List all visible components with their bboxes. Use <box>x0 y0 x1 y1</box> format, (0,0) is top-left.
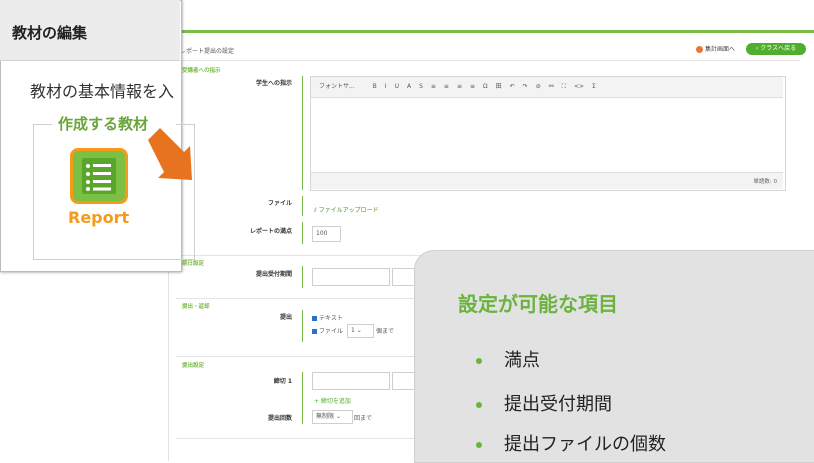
callout-item: 提出受付期間 <box>476 390 612 416</box>
deadline1-label: 締切 1 <box>273 378 292 385</box>
student-instructions-label: 学生への指示 <box>255 80 292 87</box>
submit-count-select[interactable]: 無制限 ⌄ <box>312 410 353 424</box>
back-to-class-button[interactable]: ‹ クラスへ戻る <box>746 43 806 55</box>
panel-title: 教材の編集 <box>12 24 88 42</box>
chevron-down-icon: ⌄ <box>335 413 341 420</box>
section-instructions: 受講者への指示 <box>182 68 221 74</box>
toolbar-button[interactable]: ≡ <box>457 83 462 90</box>
file-label: ファイル <box>267 200 292 207</box>
report-label[interactable]: Report <box>68 208 129 227</box>
divider <box>176 438 426 439</box>
chevron-down-icon: ⌄ <box>356 327 362 334</box>
divider <box>180 60 800 61</box>
bullet-icon <box>476 402 482 408</box>
callout-item-text: 提出受付期間 <box>504 394 612 415</box>
file-option[interactable]: ファイル <box>312 326 343 335</box>
submit-count-label: 提出回数 <box>267 415 292 422</box>
field-bar <box>302 310 303 342</box>
panel-description: 教材の基本情報を入 <box>30 82 175 101</box>
section-submission: 提出・返却 <box>182 304 210 310</box>
arrow-icon <box>148 128 192 180</box>
checkbox-checked-icon <box>312 316 317 321</box>
toolbar-button[interactable]: <> <box>574 83 584 90</box>
deadline1-input[interactable] <box>312 372 390 390</box>
toolbar-button[interactable]: Ω <box>483 83 488 90</box>
callout-title: 設定が可能な項目 <box>458 292 618 316</box>
toolbar-button[interactable]: A <box>407 83 411 90</box>
full-score-label: レポートの満点 <box>249 228 292 235</box>
period-label: 提出受付期間 <box>255 271 292 278</box>
editor-footer: 単語数: 0 <box>311 172 783 189</box>
full-score-input[interactable]: 100 <box>312 226 341 242</box>
toolbar-button[interactable]: B <box>373 83 377 90</box>
callout-item-text: 満点 <box>504 350 540 371</box>
file-upload-link[interactable]: ⫽ ファイルアップロード <box>314 205 379 215</box>
font-size-select[interactable]: フォントサ... <box>319 83 355 90</box>
field-bar <box>302 372 303 424</box>
toolbar-button[interactable]: Σ <box>592 83 596 90</box>
toolbar-button[interactable]: ↶ <box>510 83 515 90</box>
divider <box>176 356 426 357</box>
toolbar-button[interactable]: ⛶ <box>562 83 566 90</box>
file-count-suffix: 個まで <box>376 328 395 335</box>
file-count-value: 1 <box>351 327 355 334</box>
toolbar-button[interactable]: S <box>419 83 423 90</box>
field-bar <box>302 196 303 216</box>
toolbar-button[interactable]: ⚯ <box>549 83 554 90</box>
period-end-input[interactable] <box>392 268 416 286</box>
summary-button-label: 集計画面へ <box>705 46 736 53</box>
checkbox-checked-icon <box>312 329 317 334</box>
submit-label: 提出 <box>279 314 292 321</box>
file-option-label: ファイル <box>319 328 344 335</box>
toolbar-buttons[interactable]: B I U A S ≡ ≡ ≡ ≡ Ω 田 ↶ ↷ ⊘ ⚯ ⛶ <> Σ <box>365 83 596 90</box>
callout-item: 満点 <box>476 346 540 372</box>
callout-item: 提出ファイルの個数 <box>476 430 666 456</box>
list-icon <box>82 158 116 194</box>
toolbar-button[interactable]: ≡ <box>431 83 436 90</box>
divider <box>176 255 426 256</box>
toolbar-button[interactable]: ↷ <box>523 83 528 90</box>
editor-toolbar: フォントサ... B I U A S ≡ ≡ ≡ ≡ Ω 田 ↶ ↷ ⊘ ⚯ ⛶ <> Σ <box>311 77 783 98</box>
header-accent-line <box>168 30 814 33</box>
bullet-icon <box>476 358 482 364</box>
add-deadline-link[interactable]: + 締切を追加 <box>314 396 351 405</box>
file-upload-label: ファイルアップロード <box>318 207 379 214</box>
chart-icon <box>696 46 703 53</box>
file-count-select[interactable]: 1 ⌄ <box>347 324 374 338</box>
toolbar-button[interactable]: ≡ <box>470 83 475 90</box>
text-option[interactable]: テキスト <box>312 313 343 322</box>
period-start-input[interactable] <box>312 268 390 286</box>
field-bar <box>302 266 303 288</box>
divider <box>176 298 426 299</box>
back-button-label: クラスへ戻る <box>760 45 797 52</box>
toolbar-button[interactable]: 田 <box>496 83 502 90</box>
toolbar-button[interactable]: ⊘ <box>536 83 541 90</box>
toolbar-button[interactable]: I <box>385 83 387 90</box>
bullet-icon <box>476 442 482 448</box>
submit-count-suffix: 回まで <box>354 415 373 422</box>
toolbar-button[interactable]: ≡ <box>444 83 449 90</box>
word-count: 単語数: 0 <box>753 179 777 185</box>
text-option-label: テキスト <box>319 315 343 322</box>
deadline1-time-input[interactable] <box>392 372 416 390</box>
summary-button[interactable]: 集計画面へ <box>696 44 735 53</box>
section-submit-settings: 提出設定 <box>182 363 205 369</box>
callout-item-text: 提出ファイルの個数 <box>504 434 666 455</box>
field-bar <box>302 222 303 244</box>
section-deadline: 期日設定 <box>182 261 205 267</box>
form-title: レポート提出の設定 <box>180 48 235 55</box>
report-icon[interactable] <box>70 148 128 204</box>
toolbar-button[interactable]: U <box>395 83 399 90</box>
submit-count-value: 無制限 <box>316 413 335 420</box>
field-bar <box>302 76 303 190</box>
